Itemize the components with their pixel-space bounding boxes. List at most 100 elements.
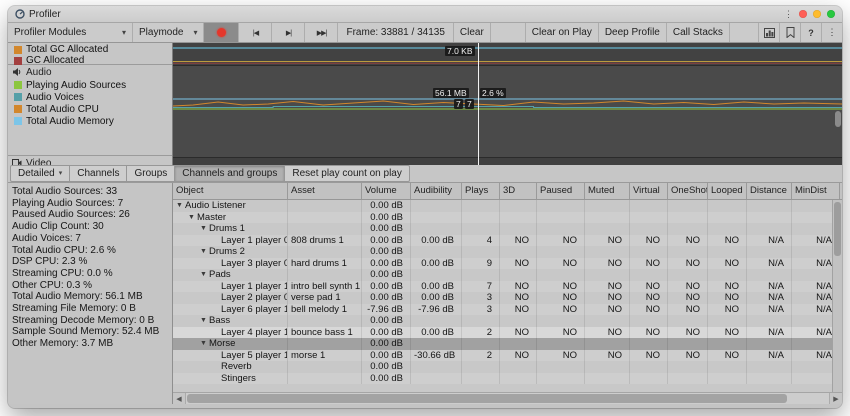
table-row[interactable]: Layer 1 player 0808 drums 10.00 dB0.00 d… <box>173 235 842 247</box>
clear-button[interactable]: Clear <box>453 23 491 42</box>
playmode-dropdown[interactable]: Playmode ▾ <box>133 23 204 42</box>
cell <box>537 223 585 235</box>
table-row[interactable]: Layer 3 player 0hard drums 10.00 dB0.00 … <box>173 258 842 270</box>
scroll-left-arrow[interactable]: ◀ <box>173 393 186 404</box>
cell: bounce bass 1 <box>288 327 362 339</box>
column-header-looped[interactable]: Looped <box>708 183 747 199</box>
cell <box>537 200 585 212</box>
legend-item[interactable]: Total GC Allocated <box>8 44 172 55</box>
current-frame-button[interactable]: ▶▶| <box>305 23 338 42</box>
table-row[interactable]: Layer 6 player 1bell melody 1-7.96 dB-7.… <box>173 304 842 316</box>
column-header-muted[interactable]: Muted <box>585 183 630 199</box>
foldout-arrow-icon[interactable]: ▼ <box>188 212 197 224</box>
save-bookmark-icon[interactable] <box>779 23 800 42</box>
tab-reset-play-count-on-play[interactable]: Reset play count on play <box>285 165 410 182</box>
cell <box>747 223 792 235</box>
table-row[interactable]: ▼Morse0.00 dB <box>173 338 842 350</box>
cell <box>288 200 362 212</box>
column-header-plays[interactable]: Plays <box>462 183 500 199</box>
cell <box>708 212 747 224</box>
table-row[interactable]: ▼Drums 10.00 dB <box>173 223 842 235</box>
column-header-oneshot[interactable]: OneShot <box>668 183 708 199</box>
tab-groups[interactable]: Groups <box>127 165 175 182</box>
frame-playhead-line[interactable] <box>478 43 479 165</box>
deep-profile-button[interactable]: Deep Profile <box>599 23 667 42</box>
table-row[interactable]: Layer 4 player 1bounce bass 10.00 dB0.00… <box>173 327 842 339</box>
chart-plot-area[interactable]: 7.0 KB 56.1 MB 2.6 % 7 7 <box>173 43 842 165</box>
kebab-menu-icon[interactable]: ⋮ <box>821 23 842 42</box>
legend-label: Total Audio CPU <box>26 104 99 115</box>
minimize-button[interactable] <box>813 10 821 18</box>
tab-channels[interactable]: Channels <box>70 165 127 182</box>
profiler-gauge-icon <box>15 9 25 19</box>
help-icon[interactable]: ? <box>800 23 821 42</box>
audio-chart[interactable] <box>173 66 842 158</box>
object-cell: ▼Drums 1 <box>173 223 288 235</box>
column-header-mindist[interactable]: MinDist <box>792 183 840 199</box>
table-row[interactable]: ▼Master0.00 dB <box>173 212 842 224</box>
foldout-arrow-icon[interactable]: ▼ <box>176 200 185 212</box>
table-row[interactable]: Layer 2 player 0verse pad 10.00 dB0.00 d… <box>173 292 842 304</box>
column-header-asset[interactable]: Asset <box>288 183 362 199</box>
table-row[interactable]: Layer 1 player 1intro bell synth 10.00 d… <box>173 281 842 293</box>
window-menu-icon[interactable]: ⋮ <box>784 10 793 19</box>
cell: 0.00 dB <box>362 235 411 247</box>
video-chart[interactable] <box>173 158 842 165</box>
column-header-paused[interactable]: Paused <box>537 183 585 199</box>
table-row[interactable]: Stingers0.00 dB <box>173 373 842 385</box>
toolbar-spacer <box>491 23 525 42</box>
clear-on-play-button[interactable]: Clear on Play <box>525 23 599 42</box>
call-stacks-button[interactable]: Call Stacks <box>667 23 730 42</box>
column-header-object[interactable]: Object <box>173 183 288 199</box>
video-module-header[interactable]: Video <box>8 156 172 165</box>
stat-line: Total Audio CPU: 2.6 % <box>12 245 172 257</box>
foldout-arrow-icon[interactable]: ▼ <box>200 269 209 281</box>
close-button[interactable] <box>799 10 807 18</box>
column-header-virtual[interactable]: Virtual <box>630 183 668 199</box>
table-row[interactable]: ▼Bass0.00 dB <box>173 315 842 327</box>
foldout-arrow-icon[interactable]: ▼ <box>200 223 209 235</box>
window-title: Profiler <box>29 9 61 20</box>
tab-channels-and-groups[interactable]: Channels and groups <box>175 165 285 182</box>
legend-item[interactable]: Audio Voices <box>8 91 172 103</box>
foldout-arrow-icon[interactable]: ▼ <box>200 315 209 327</box>
cell <box>747 361 792 373</box>
chart-view-icon[interactable] <box>758 23 779 42</box>
cell <box>708 361 747 373</box>
audio-module-header[interactable]: Audio <box>8 65 172 79</box>
legend-item[interactable]: Playing Audio Sources <box>8 79 172 91</box>
cell: 0.00 dB <box>362 246 411 258</box>
table-row[interactable]: Reverb0.00 dB <box>173 361 842 373</box>
tab-detailed[interactable]: Detailed▾ <box>10 165 70 182</box>
vertical-scrollbar[interactable] <box>832 200 842 392</box>
zoom-button[interactable] <box>827 10 835 18</box>
column-header-distance[interactable]: Distance <box>747 183 792 199</box>
column-header-3d[interactable]: 3D <box>500 183 537 199</box>
object-label: Drums 1 <box>209 223 245 235</box>
cell <box>462 361 500 373</box>
table-row[interactable]: ▼Pads0.00 dB <box>173 269 842 281</box>
foldout-arrow-icon[interactable]: ▼ <box>200 338 209 350</box>
record-button[interactable] <box>204 23 239 42</box>
horizontal-scrollbar-thumb[interactable] <box>187 394 787 403</box>
previous-frame-button[interactable]: |◀ <box>239 23 272 42</box>
legend-label: Total GC Allocated <box>26 44 108 55</box>
table-row[interactable]: ▼Drums 20.00 dB <box>173 246 842 258</box>
profiler-modules-dropdown[interactable]: Profiler Modules ▾ <box>8 23 133 42</box>
next-frame-button[interactable]: ▶| <box>272 23 305 42</box>
table-row[interactable]: ▼Audio Listener0.00 dB <box>173 200 842 212</box>
foldout-arrow-icon[interactable]: ▼ <box>200 246 209 258</box>
legend-item[interactable]: Total Audio CPU <box>8 103 172 115</box>
title-bar[interactable]: Profiler ⋮ <box>8 6 842 23</box>
gc-chart[interactable] <box>173 43 842 66</box>
legend-item[interactable]: Total Audio Memory <box>8 115 172 127</box>
cell <box>708 223 747 235</box>
scroll-right-arrow[interactable]: ▶ <box>829 393 842 404</box>
table-row[interactable]: Layer 5 player 1morse 10.00 dB-30.66 dB2… <box>173 350 842 362</box>
chart-scrollbar-thumb[interactable] <box>835 111 841 127</box>
column-header-volume[interactable]: Volume <box>362 183 411 199</box>
vertical-scrollbar-thumb[interactable] <box>834 202 841 256</box>
horizontal-scrollbar[interactable]: ◀ ▶ <box>173 392 842 404</box>
column-header-audibility[interactable]: Audibility <box>411 183 462 199</box>
cell <box>411 212 462 224</box>
